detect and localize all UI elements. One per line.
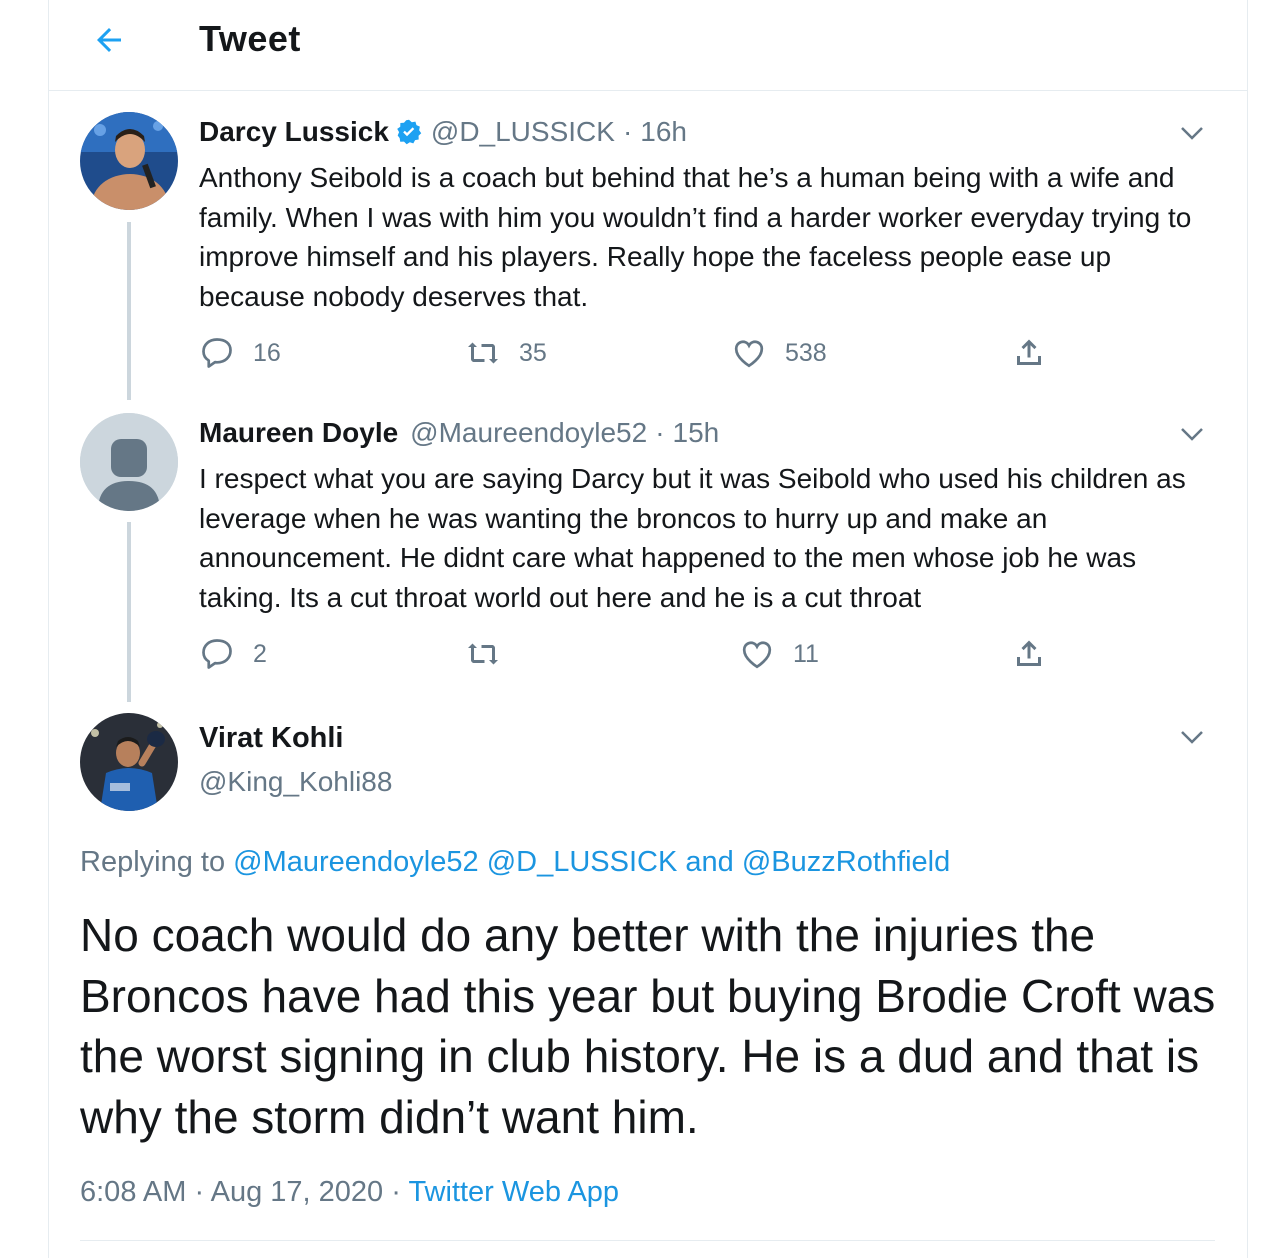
separator: · [655,417,665,448]
replying-to: Replying to @Maureendoyle52 @D_LUSSICK a… [80,846,950,879]
replying-prefix: Replying to [80,846,226,878]
retweet-count: 35 [519,338,547,367]
back-button[interactable] [89,20,129,60]
retweet-icon [468,643,498,665]
like-button[interactable]: 11 [739,636,819,672]
author-handle[interactable]: @King_Kohli88 [199,766,392,798]
avatar-photo [80,112,178,210]
arrow-left-icon [97,28,121,52]
retweet-button[interactable]: 35 [465,335,547,371]
tweet-meta: 6:08 AM · Aug 17, 2020 · Twitter Web App [80,1176,619,1209]
share-button[interactable] [1011,335,1065,371]
separator: · [391,1176,401,1208]
tweet-time[interactable]: 6:08 AM [80,1176,186,1208]
thread-line [127,522,131,702]
tweet-actions: 16 35 538 [199,335,1079,375]
heart-icon [734,340,764,368]
reply-button[interactable]: 2 [199,636,267,672]
replying-and: and [685,846,734,878]
like-button[interactable]: 538 [731,335,827,371]
tweet-source-link[interactable]: Twitter Web App [408,1176,619,1208]
header: Tweet [49,0,1247,91]
chevron-down-icon[interactable] [1177,118,1207,148]
avatar-photo [80,713,178,811]
retweet-icon [468,342,498,364]
separator: · [622,116,633,147]
author-handle[interactable]: @Maureendoyle52 [410,417,647,449]
page-title: Tweet [199,18,301,59]
tweet-text: I respect what you are saying Darcy but … [199,463,1186,613]
share-icon [1017,640,1041,666]
author-name[interactable]: Maureen Doyle [199,417,398,449]
avatar[interactable] [80,413,178,511]
tweet-time[interactable]: 15h [673,417,720,449]
tweet-header: Maureen Doyle @Maureendoyle52 · 15h [199,417,719,449]
reply-button[interactable]: 16 [199,335,281,371]
verified-badge-icon [397,119,422,145]
tweet-text: Anthony Seibold is a coach but behind th… [199,162,1192,312]
retweet-button[interactable] [465,636,519,672]
avatar[interactable] [80,112,178,210]
share-icon [1017,339,1041,365]
chevron-down-icon[interactable] [1177,722,1207,752]
timeline-column: Tweet Darcy Lussick @D_LUSSICK · 16h Ant… [48,0,1248,1258]
mention-link[interactable]: @BuzzRothfield [742,846,950,878]
avatar[interactable] [80,713,178,811]
reply-count: 16 [253,338,281,367]
author-name[interactable]: Virat Kohli [199,722,344,755]
like-count: 538 [785,338,827,367]
mention-link[interactable]: @D_LUSSICK [487,846,678,878]
separator: · [194,1176,205,1208]
tweet-actions: 2 11 [199,636,1079,676]
chevron-down-icon[interactable] [1177,419,1207,449]
reply-count: 2 [253,639,267,668]
tweet-time[interactable]: 16h [640,116,687,148]
tweet-header: Darcy Lussick @D_LUSSICK · 16h [199,116,687,148]
reply-icon [202,639,232,669]
like-count: 11 [793,639,819,668]
mention-link[interactable]: @Maureendoyle52 [233,846,478,878]
focused-tweet-text: No coach would do any better with the in… [80,909,1216,1143]
thread-line [127,222,131,400]
share-button[interactable] [1011,636,1065,672]
author-handle[interactable]: @D_LUSSICK [431,116,615,148]
reply-icon [202,338,232,368]
divider [80,1240,1215,1241]
tweet-date[interactable]: Aug 17, 2020 [211,1176,384,1208]
heart-icon [742,641,772,669]
author-name[interactable]: Darcy Lussick [199,116,389,148]
default-avatar-icon [80,413,178,511]
